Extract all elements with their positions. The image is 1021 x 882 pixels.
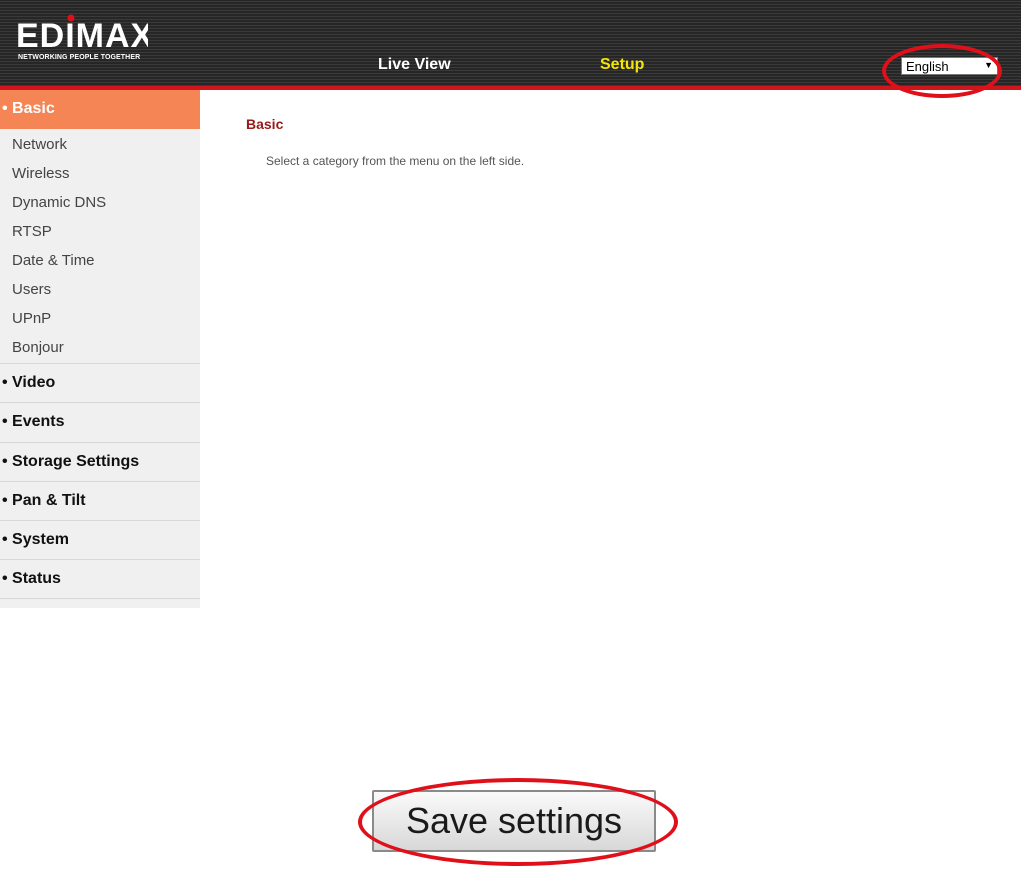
chevron-down-icon: ▼ — [984, 60, 993, 70]
sidebar-item-dynamic-dns[interactable]: Dynamic DNS — [12, 194, 106, 211]
sidebar-item-users[interactable]: Users — [12, 281, 51, 298]
sidebar-item-network[interactable]: Network — [12, 136, 67, 153]
nav-setup[interactable]: Setup — [600, 56, 644, 74]
logo-mark: EDIMAX — [16, 14, 148, 52]
header-bar: EDIMAX NETWORKING PEOPLE TOGETHER Live V… — [0, 0, 1021, 90]
sidebar-section-pan-tilt[interactable]: • Pan & Tilt — [0, 481, 200, 520]
sidebar-item-bonjour[interactable]: Bonjour — [12, 339, 64, 356]
sidebar-section-system[interactable]: • System — [0, 520, 200, 559]
sidebar-item-upnp[interactable]: UPnP — [12, 310, 51, 327]
save-settings-button[interactable]: Save settings — [372, 790, 656, 852]
nav-live-view[interactable]: Live View — [378, 56, 451, 74]
page-instruction: Select a category from the menu on the l… — [266, 154, 525, 168]
logo-tagline: NETWORKING PEOPLE TOGETHER — [18, 54, 141, 61]
sidebar-divider — [0, 598, 200, 599]
svg-text:EDIMAX: EDIMAX — [16, 17, 148, 52]
sidebar: • Basic Network Wireless Dynamic DNS RTS… — [0, 90, 200, 608]
page-title: Basic — [246, 116, 284, 132]
sidebar-item-date-time[interactable]: Date & Time — [12, 252, 95, 269]
language-select[interactable]: English ▼ — [901, 57, 998, 75]
sidebar-item-rtsp[interactable]: RTSP — [12, 223, 52, 240]
sidebar-section-status[interactable]: • Status — [0, 559, 200, 598]
sidebar-section-basic[interactable]: • Basic — [0, 90, 200, 129]
sidebar-section-events[interactable]: • Events — [0, 402, 200, 441]
edimax-logo: EDIMAX NETWORKING PEOPLE TOGETHER — [16, 14, 156, 66]
sidebar-section-storage-settings[interactable]: • Storage Settings — [0, 442, 200, 481]
sidebar-section-video[interactable]: • Video — [0, 363, 200, 402]
sidebar-item-wireless[interactable]: Wireless — [12, 165, 70, 182]
language-select-value: English — [906, 59, 949, 74]
